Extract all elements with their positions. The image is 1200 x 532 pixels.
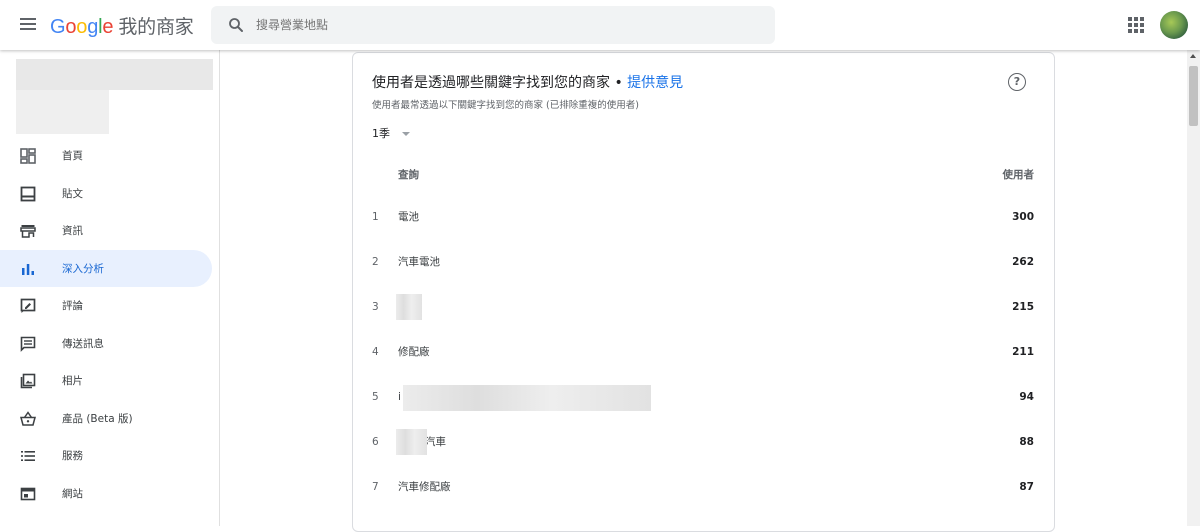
table-row: 4 修配廠 211 bbox=[353, 330, 1054, 375]
sidebar-item-label: 網站 bbox=[62, 488, 83, 500]
product-name: 我的商家 bbox=[118, 17, 194, 38]
posts-icon bbox=[20, 186, 36, 201]
scroll-up-arrow-icon[interactable] bbox=[1190, 54, 1196, 58]
search-queries-card: 使用者是透過哪些關鍵字找到您的商家 • 提供意見 使用者最常透過以下關鍵字找到您… bbox=[352, 52, 1055, 532]
row-users: 215 bbox=[1012, 301, 1034, 313]
sidebar-item-label: 服務 bbox=[62, 450, 83, 462]
table-row: 2 汽車電池 262 bbox=[353, 240, 1054, 285]
sidebar-item-home[interactable]: 首頁 bbox=[0, 137, 212, 174]
column-header-users: 使用者 bbox=[1002, 169, 1035, 181]
top-app-bar: Google 我的商家 bbox=[0, 0, 1200, 50]
card-title-text: 使用者是透過哪些關鍵字找到您的商家 bbox=[372, 75, 610, 91]
sidebar-item-info[interactable]: 資訊 bbox=[0, 212, 212, 249]
sidebar-item-posts[interactable]: 貼文 bbox=[0, 175, 212, 212]
row-rank: 7 bbox=[372, 481, 379, 493]
row-rank: 3 bbox=[372, 301, 379, 313]
sidebar-item-products[interactable]: 產品 (Beta 版) bbox=[0, 400, 212, 437]
row-query: 電池 bbox=[398, 211, 419, 223]
sidebar-item-label: 資訊 bbox=[62, 225, 83, 237]
dashboard-icon bbox=[20, 147, 36, 164]
account-avatar[interactable] bbox=[1160, 11, 1188, 39]
logo-letter: o bbox=[76, 16, 88, 38]
row-query: i bbox=[398, 391, 401, 403]
row-query: 汽車 bbox=[425, 436, 446, 448]
messaging-icon bbox=[20, 336, 36, 352]
sidebar-item-label: 深入分析 bbox=[62, 263, 104, 275]
period-value: 1季 bbox=[372, 127, 390, 140]
row-users: 88 bbox=[1019, 436, 1034, 448]
row-query: 汽車電池 bbox=[398, 256, 440, 268]
title-separator: • bbox=[610, 75, 628, 91]
logo-letter: G bbox=[50, 16, 66, 38]
query-redacted bbox=[396, 294, 422, 320]
sidebar-item-label: 相片 bbox=[62, 375, 83, 387]
row-users: 87 bbox=[1019, 481, 1034, 493]
row-rank: 5 bbox=[372, 391, 379, 403]
search-input[interactable] bbox=[256, 15, 736, 35]
location-search-box[interactable] bbox=[211, 6, 775, 44]
website-icon bbox=[20, 487, 36, 500]
sidebar-item-insights[interactable]: 深入分析 bbox=[0, 250, 212, 287]
page-scrollbar[interactable] bbox=[1187, 50, 1200, 526]
sidebar-item-messaging[interactable]: 傳送訊息 bbox=[0, 325, 212, 362]
logo-letter: g bbox=[87, 16, 99, 38]
google-apps-icon[interactable] bbox=[1128, 17, 1144, 33]
reviews-icon bbox=[20, 298, 36, 313]
help-icon[interactable]: ? bbox=[1008, 73, 1026, 91]
sidebar-item-photos[interactable]: 相片 bbox=[0, 362, 212, 399]
table-row: 7 汽車修配廠 87 bbox=[353, 465, 1054, 510]
row-rank: 1 bbox=[372, 211, 379, 223]
sidebar-item-label: 貼文 bbox=[62, 188, 83, 200]
row-users: 211 bbox=[1012, 346, 1034, 358]
business-name-redacted bbox=[16, 59, 213, 90]
table-row: 1 電池 300 bbox=[353, 195, 1054, 240]
query-redacted bbox=[403, 385, 651, 411]
insights-bar-chart-icon bbox=[22, 263, 34, 275]
period-dropdown[interactable]: 1季 bbox=[372, 125, 410, 141]
sidebar-item-label: 傳送訊息 bbox=[62, 338, 104, 350]
row-users: 94 bbox=[1019, 391, 1034, 403]
list-icon bbox=[21, 450, 35, 461]
business-address-redacted bbox=[16, 90, 109, 134]
sidebar-item-label: 產品 (Beta 版) bbox=[62, 413, 133, 425]
photos-icon bbox=[20, 373, 36, 388]
search-icon bbox=[229, 18, 243, 32]
card-title: 使用者是透過哪些關鍵字找到您的商家 • 提供意見 bbox=[372, 72, 683, 92]
sidebar-item-services[interactable]: 服務 bbox=[0, 437, 212, 474]
hamburger-menu-icon[interactable] bbox=[18, 15, 38, 35]
sidebar-item-label: 評論 bbox=[62, 300, 83, 312]
row-query: 汽車修配廠 bbox=[398, 481, 451, 493]
sidebar-item-label: 首頁 bbox=[62, 150, 83, 162]
logo-letter: e bbox=[102, 16, 114, 38]
query-redacted bbox=[396, 429, 427, 455]
google-my-business-logo[interactable]: Google 我的商家 bbox=[50, 12, 194, 39]
row-users: 262 bbox=[1012, 256, 1034, 268]
sidebar-item-reviews[interactable]: 評論 bbox=[0, 287, 212, 324]
card-subtitle: 使用者最常透過以下關鍵字找到您的商家 (已排除重複的使用者) bbox=[372, 100, 639, 111]
sidebar-item-website[interactable]: 網站 bbox=[0, 475, 212, 512]
dropdown-caret-icon bbox=[402, 132, 410, 136]
table-row: 6 汽車 88 bbox=[353, 420, 1054, 465]
sidebar-nav: 首頁 貼文 資訊 深入分析 評論 傳送訊息 相片 產品 (Beta 版) 服務 … bbox=[0, 50, 220, 526]
column-header-query: 查詢 bbox=[398, 169, 419, 181]
main-content: 使用者是透過哪些關鍵字找到您的商家 • 提供意見 使用者最常透過以下關鍵字找到您… bbox=[220, 50, 1187, 532]
row-query: 修配廠 bbox=[398, 346, 430, 358]
row-rank: 2 bbox=[372, 256, 379, 268]
scrollbar-thumb[interactable] bbox=[1189, 66, 1198, 126]
table-row: 3 215 bbox=[353, 285, 1054, 330]
row-users: 300 bbox=[1012, 211, 1034, 223]
table-row: 5 i 94 bbox=[353, 375, 1054, 420]
feedback-link[interactable]: 提供意見 bbox=[627, 75, 683, 91]
logo-letter: o bbox=[65, 16, 77, 38]
row-rank: 4 bbox=[372, 346, 379, 358]
shopping-basket-icon bbox=[20, 410, 36, 426]
row-rank: 6 bbox=[372, 436, 379, 448]
storefront-icon bbox=[20, 224, 36, 238]
